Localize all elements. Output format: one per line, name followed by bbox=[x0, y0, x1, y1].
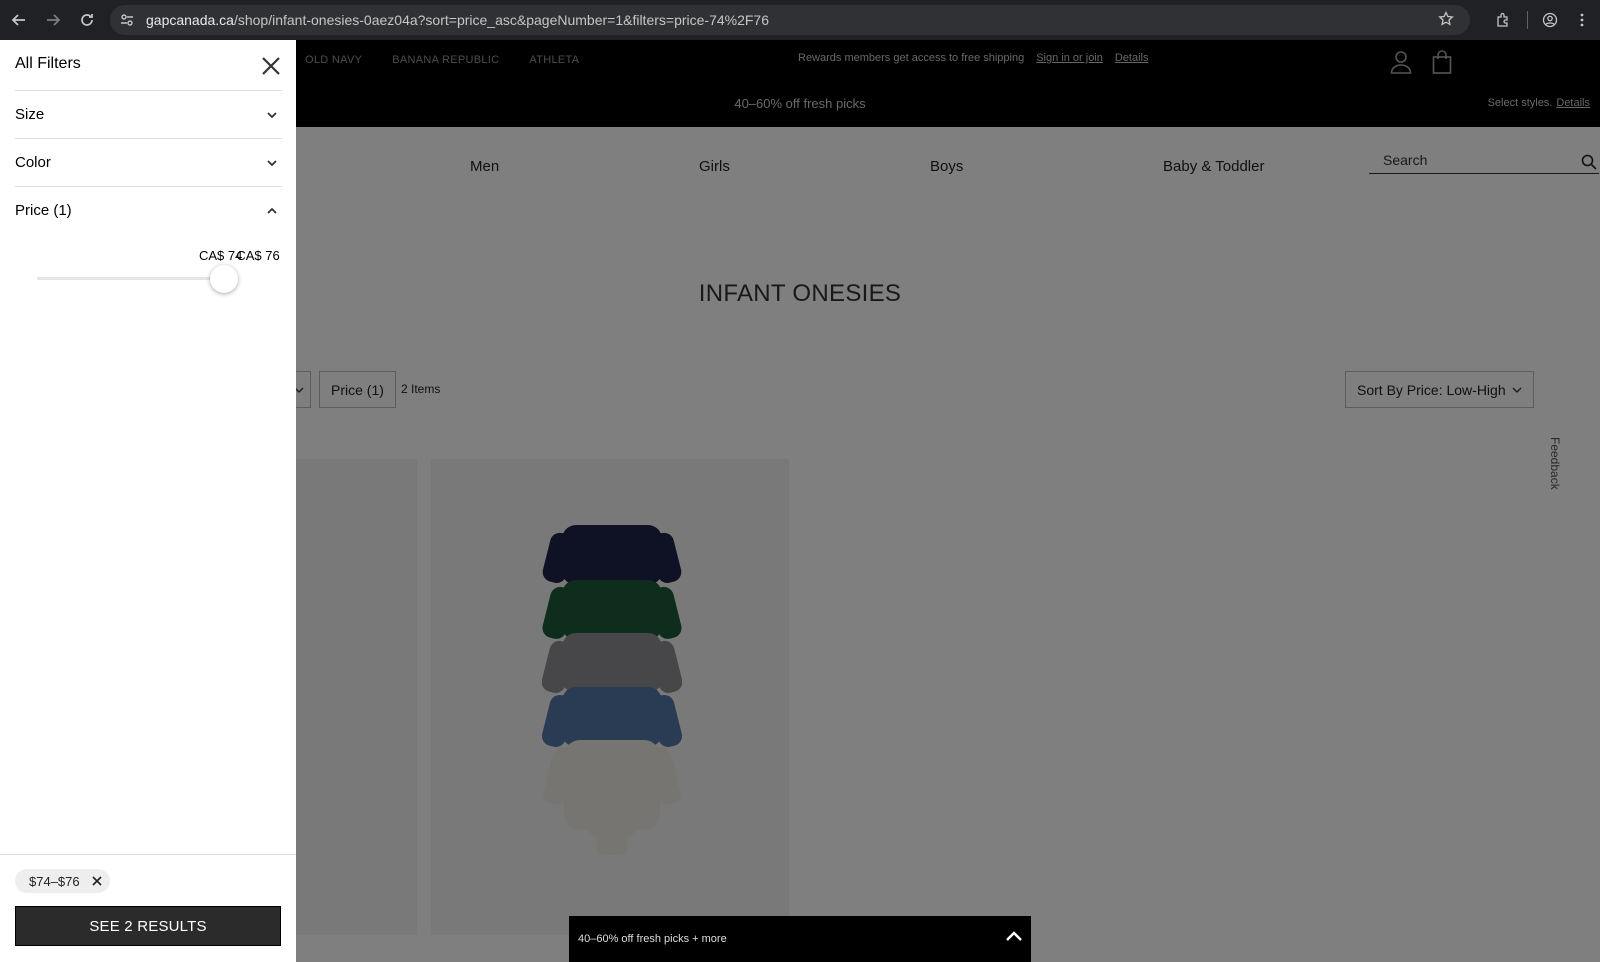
price-max-label: CA$ 76 bbox=[236, 248, 280, 263]
remove-filter-icon[interactable] bbox=[92, 874, 102, 889]
url-text: gapcanada.ca/shop/infant-onesies-0aez04a… bbox=[146, 12, 769, 28]
facet-price-label: Price (1) bbox=[15, 201, 72, 219]
back-icon[interactable] bbox=[4, 5, 34, 35]
price-range-label: CA$ 74CA$ 76 bbox=[199, 248, 280, 263]
browser-toolbar: gapcanada.ca/shop/infant-onesies-0aez04a… bbox=[0, 0, 1600, 40]
see-results-button[interactable]: SEE 2 RESULTS bbox=[15, 906, 281, 946]
chevron-down-icon bbox=[266, 108, 278, 125]
site-settings-icon[interactable] bbox=[112, 5, 142, 35]
chevron-up-icon[interactable] bbox=[1005, 928, 1023, 949]
all-filters-panel: All Filters Size Color Price (1) CA$ 74C… bbox=[0, 40, 296, 962]
panel-footer: $74–$76 SEE 2 RESULTS bbox=[0, 854, 296, 962]
url-host: gapcanada.ca bbox=[146, 12, 234, 28]
profile-icon[interactable] bbox=[1534, 4, 1566, 36]
reload-icon[interactable] bbox=[72, 5, 102, 35]
facet-size[interactable]: Size bbox=[15, 90, 282, 137]
toolbar-divider bbox=[1527, 11, 1528, 29]
price-slider-thumb[interactable] bbox=[210, 265, 238, 293]
chevron-up-icon bbox=[266, 204, 278, 221]
chevron-down-icon bbox=[266, 156, 278, 173]
facet-color-label: Color bbox=[15, 153, 51, 171]
bookmark-star-icon[interactable] bbox=[1438, 10, 1454, 32]
close-icon[interactable] bbox=[259, 54, 283, 83]
extensions-icon[interactable] bbox=[1487, 4, 1519, 36]
selected-filter-pill[interactable]: $74–$76 bbox=[15, 869, 110, 893]
facet-size-label: Size bbox=[15, 105, 45, 123]
forward-icon[interactable] bbox=[38, 5, 68, 35]
modal-overlay[interactable] bbox=[296, 40, 1600, 962]
facet-price[interactable]: Price (1) bbox=[15, 186, 282, 233]
selected-filter-label: $74–$76 bbox=[29, 873, 80, 889]
price-slider-track[interactable] bbox=[37, 277, 223, 280]
bottom-promo-bar[interactable]: 40–60% off fresh picks + more bbox=[569, 916, 1031, 962]
panel-title: All Filters bbox=[15, 55, 81, 72]
address-bar[interactable]: gapcanada.ca/shop/infant-onesies-0aez04a… bbox=[110, 5, 1470, 35]
url-path: /shop/infant-onesies-0aez04a?sort=price_… bbox=[233, 12, 770, 28]
web-page: OLD NAVY BANANA REPUBLIC ATHLETA Rewards… bbox=[0, 40, 1600, 962]
menu-kebab-icon[interactable] bbox=[1566, 4, 1598, 36]
facet-color[interactable]: Color bbox=[15, 138, 282, 185]
bottom-promo-text: 40–60% off fresh picks + more bbox=[578, 933, 727, 945]
